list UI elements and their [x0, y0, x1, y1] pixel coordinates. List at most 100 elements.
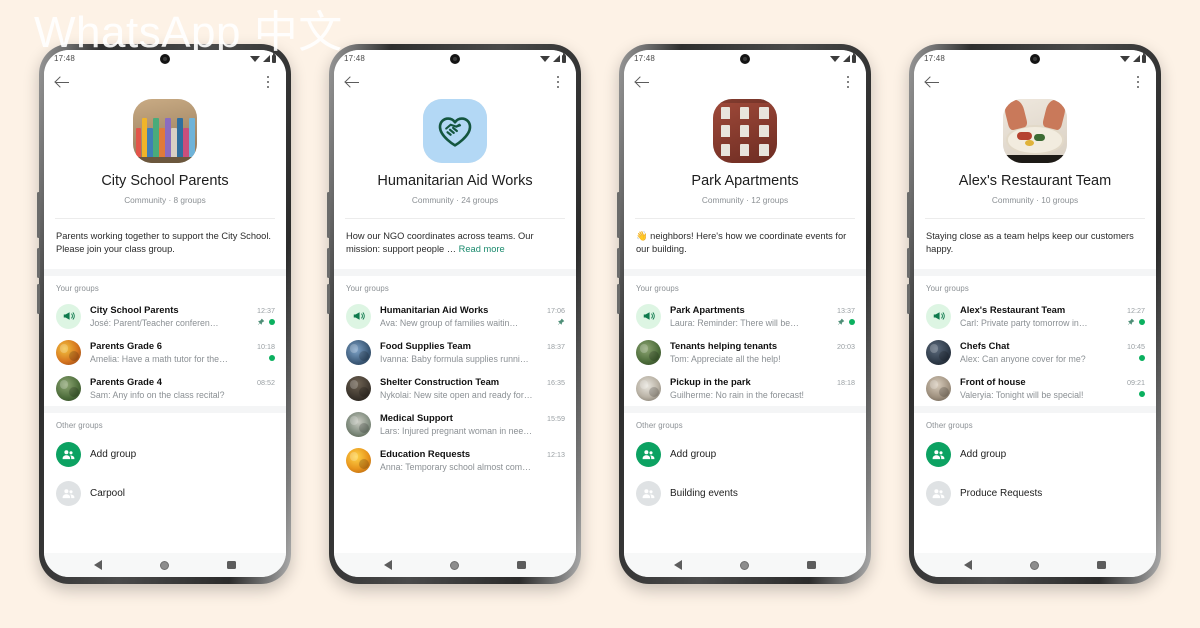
other-group-item[interactable]: Add group — [624, 435, 866, 475]
group-name: Food Supplies Team — [380, 339, 471, 351]
group-avatar — [346, 447, 371, 473]
group-list-item[interactable]: Tenants helping tenants Tom: Appreciate … — [624, 334, 866, 371]
nav-recents-icon[interactable] — [227, 560, 236, 570]
kebab-menu-icon[interactable] — [841, 74, 855, 90]
other-group-item[interactable]: Produce Requests — [914, 474, 1156, 514]
volume-up-button[interactable] — [617, 248, 620, 278]
group-list-item[interactable]: Parents Grade 4 Sam: Any info on the cla… — [44, 370, 286, 407]
building-photo — [713, 99, 777, 163]
community-subtitle: Community · 8 groups — [124, 194, 206, 205]
volume-down-button[interactable] — [907, 284, 910, 314]
community-avatar[interactable] — [423, 99, 487, 163]
other-group-item[interactable]: Building events — [624, 474, 866, 514]
group-time: 08:52 — [257, 378, 275, 388]
group-list-item[interactable]: Pickup in the park Guilherme: No rain in… — [624, 370, 866, 407]
phone-device-2: 17:48 Humanitarian Aid Works Community ·… — [327, 44, 581, 584]
section-gap — [44, 269, 286, 277]
phone-screen: 17:48 Humanitarian Aid Works Community ·… — [334, 50, 576, 577]
nav-home-icon[interactable] — [450, 560, 460, 570]
back-arrow-icon[interactable] — [635, 75, 650, 90]
group-list-item[interactable]: Park Apartments Laura: Reminder: There w… — [624, 298, 866, 335]
group-list-item[interactable]: Shelter Construction Team Nykolai: New s… — [334, 370, 576, 407]
group-time: 17:06 — [547, 306, 565, 316]
group-list-item[interactable]: Education Requests Anna: Temporary schoo… — [334, 442, 576, 479]
nav-home-icon[interactable] — [1030, 560, 1040, 570]
kebab-menu-icon[interactable] — [551, 74, 565, 90]
nav-recents-icon[interactable] — [1097, 560, 1106, 570]
other-group-name: Building events — [670, 487, 738, 499]
nav-back-icon[interactable] — [384, 560, 393, 570]
status-time: 17:48 — [344, 54, 366, 63]
group-photo — [56, 339, 81, 365]
group-snippet: Sam: Any info on the class recital? — [90, 389, 225, 400]
kebab-menu-icon[interactable] — [1131, 74, 1145, 90]
group-time: 12:37 — [257, 306, 275, 316]
android-nav-bar — [624, 553, 866, 577]
volume-up-button[interactable] — [327, 248, 330, 278]
group-list-item[interactable]: Humanitarian Aid Works Ava: New group of… — [334, 298, 576, 335]
group-list-item[interactable]: Food Supplies Team Ivanna: Baby formula … — [334, 334, 576, 371]
group-list-item[interactable]: Parents Grade 6 Amelia: Have a math tuto… — [44, 334, 286, 371]
group-row-meta: 10:45 — [1119, 343, 1145, 361]
group-list-item[interactable]: City School Parents José: Parent/Teacher… — [44, 298, 286, 335]
status-bar: 17:48 — [44, 50, 286, 67]
status-time: 17:48 — [924, 54, 946, 63]
nav-back-icon[interactable] — [674, 560, 683, 570]
nav-back-icon[interactable] — [94, 560, 103, 570]
people-icon — [642, 489, 655, 499]
nav-recents-icon[interactable] — [517, 560, 526, 570]
volume-up-button[interactable] — [37, 248, 40, 278]
group-list-item[interactable]: Medical Support Lars: Injured pregnant w… — [334, 406, 576, 443]
battery-icon — [1142, 53, 1146, 63]
nav-recents-icon[interactable] — [807, 560, 816, 570]
signal-icon — [842, 55, 850, 62]
nav-home-icon[interactable] — [160, 560, 170, 570]
group-badges — [557, 318, 565, 325]
group-photo — [346, 411, 371, 437]
power-button[interactable] — [907, 192, 910, 238]
community-avatar[interactable] — [1003, 99, 1067, 163]
group-snippet: Amelia: Have a math tutor for the… — [90, 353, 228, 364]
group-list-item[interactable]: Front of house Valeryia: Tonight will be… — [914, 370, 1156, 407]
power-button[interactable] — [617, 192, 620, 238]
volume-down-button[interactable] — [327, 284, 330, 314]
power-button[interactable] — [37, 192, 40, 238]
phone-device-1: 17:48 City School Parents Community · 8 … — [37, 44, 291, 584]
status-time: 17:48 — [634, 54, 656, 63]
nav-back-icon[interactable] — [964, 560, 973, 570]
volume-down-button[interactable] — [37, 284, 40, 314]
other-group-item[interactable]: Add group — [914, 435, 1156, 475]
nav-home-icon[interactable] — [740, 560, 750, 570]
kebab-menu-icon[interactable] — [261, 74, 275, 90]
wifi-icon — [830, 55, 840, 62]
add-group-avatar — [926, 442, 951, 468]
group-row-text: Alex's Restaurant Team Carl: Private par… — [960, 304, 1113, 329]
other-group-text: Add group — [670, 449, 855, 462]
back-arrow-icon[interactable] — [345, 75, 360, 90]
your-groups-label: Your groups — [44, 276, 286, 299]
group-list-item[interactable]: Chefs Chat Alex: Can anyone cover for me… — [914, 334, 1156, 371]
power-button[interactable] — [327, 192, 330, 238]
community-avatar[interactable] — [133, 99, 197, 163]
group-row-text: Pickup in the park Guilherme: No rain in… — [670, 376, 823, 401]
community-avatar[interactable] — [713, 99, 777, 163]
unread-dot — [849, 318, 855, 325]
back-arrow-icon[interactable] — [55, 75, 70, 90]
volume-down-button[interactable] — [617, 284, 620, 314]
other-group-item[interactable]: Add group — [44, 435, 286, 475]
group-list-item[interactable]: Alex's Restaurant Team Carl: Private par… — [914, 298, 1156, 335]
phone-device-4: 17:48 Alex's Restaurant Team Community ·… — [907, 44, 1161, 584]
group-avatar — [926, 375, 951, 401]
volume-up-button[interactable] — [907, 248, 910, 278]
other-group-item[interactable]: Carpool — [44, 474, 286, 514]
group-name: Parents Grade 4 — [90, 375, 162, 387]
megaphone-icon — [643, 312, 655, 321]
read-more-link[interactable]: Read more — [459, 244, 505, 254]
group-snippet: Ivanna: Baby formula supplies running … — [380, 353, 533, 364]
announcement-avatar — [56, 303, 81, 329]
back-arrow-icon[interactable] — [925, 75, 940, 90]
group-row-text: Tenants helping tenants Tom: Appreciate … — [670, 340, 823, 365]
your-groups-label: Your groups — [624, 276, 866, 299]
group-name: Pickup in the park — [670, 375, 751, 387]
group-badges — [257, 318, 275, 325]
